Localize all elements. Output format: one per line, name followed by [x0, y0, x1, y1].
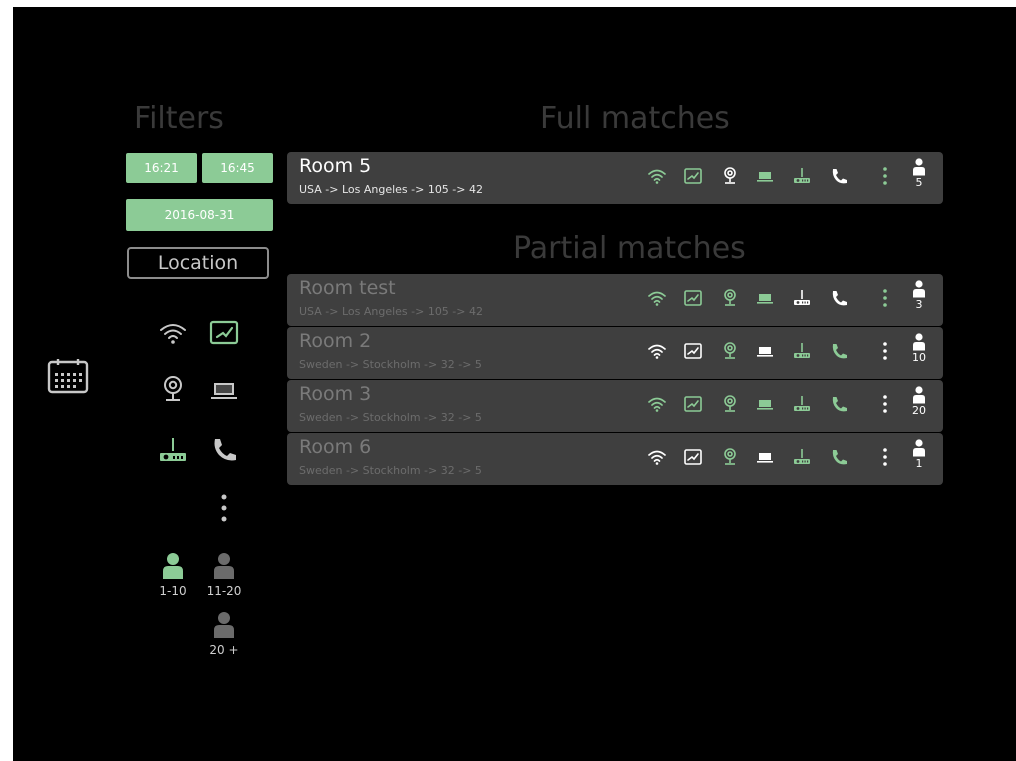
- laptop-icon: [755, 447, 775, 467]
- person-icon: [913, 439, 925, 457]
- app-screen: Filters 16:21 16:45 2016-08-31 Location: [13, 7, 1016, 761]
- room-name: Room 6: [299, 436, 372, 458]
- wifi-icon: [647, 288, 667, 308]
- webcam-icon: [720, 341, 740, 361]
- filter-projector-icon[interactable]: [158, 435, 188, 465]
- full-matches-heading: Full matches: [540, 101, 730, 136]
- capacity-count: 5: [907, 158, 931, 198]
- location-button[interactable]: Location: [127, 247, 269, 279]
- phone-icon: [829, 166, 849, 186]
- phone-icon: [829, 447, 849, 467]
- room-location-path: Sweden -> Stockholm -> 32 -> 5: [299, 464, 482, 477]
- person-icon: [913, 158, 925, 176]
- whiteboard-icon: [683, 394, 703, 414]
- capacity-count-value: 3: [915, 298, 923, 311]
- projector-icon: [792, 166, 812, 186]
- capacity-1-10-label: 1-10: [159, 584, 187, 598]
- phone-icon: [829, 341, 849, 361]
- filter-wifi-icon[interactable]: [158, 318, 188, 348]
- laptop-icon: [755, 288, 775, 308]
- filter-webcam-icon[interactable]: [158, 374, 188, 404]
- laptop-icon: [755, 341, 775, 361]
- room-card[interactable]: Room 2 Sweden -> Stockholm -> 32 -> 5 10: [287, 327, 943, 379]
- wifi-icon: [647, 166, 667, 186]
- projector-icon: [792, 288, 812, 308]
- capacity-11-20-icon[interactable]: [212, 552, 236, 580]
- wifi-icon: [647, 394, 667, 414]
- room-card[interactable]: Room 5 USA -> Los Angeles -> 105 -> 42 5: [287, 152, 943, 204]
- wifi-icon: [647, 447, 667, 467]
- room-name: Room 2: [299, 330, 372, 352]
- whiteboard-icon: [683, 341, 703, 361]
- partial-matches-heading: Partial matches: [513, 231, 746, 266]
- room-card[interactable]: Room test USA -> Los Angeles -> 105 -> 42…: [287, 274, 943, 326]
- calendar-icon[interactable]: [47, 358, 89, 394]
- whiteboard-icon: [683, 447, 703, 467]
- filters-heading: Filters: [134, 101, 224, 136]
- webcam-icon: [720, 288, 740, 308]
- webcam-icon: [720, 447, 740, 467]
- date-button[interactable]: 2016-08-31: [126, 199, 273, 231]
- webcam-icon: [720, 394, 740, 414]
- filter-more-icon[interactable]: [209, 493, 239, 523]
- capacity-count-value: 1: [915, 457, 923, 470]
- capacity-count: 3: [907, 280, 931, 320]
- capacity-20-plus-icon[interactable]: [212, 611, 236, 639]
- whiteboard-icon: [683, 288, 703, 308]
- capacity-count: 10: [907, 333, 931, 373]
- capacity-1-10-icon[interactable]: [161, 552, 185, 580]
- capacity-count-value: 20: [912, 404, 926, 417]
- capacity-count: 1: [907, 439, 931, 479]
- time-to-button[interactable]: 16:45: [202, 153, 273, 183]
- room-location-path: USA -> Los Angeles -> 105 -> 42: [299, 305, 483, 318]
- more-icon: [875, 166, 895, 186]
- capacity-20-plus-label: 20 +: [209, 643, 239, 657]
- capacity-count: 20: [907, 386, 931, 426]
- more-icon: [875, 394, 895, 414]
- capacity-count-value: 5: [915, 176, 923, 189]
- projector-icon: [792, 394, 812, 414]
- filter-phone-icon[interactable]: [209, 435, 239, 465]
- phone-icon: [829, 394, 849, 414]
- filter-laptop-icon[interactable]: [209, 374, 239, 404]
- capacity-11-20-label: 11-20: [206, 584, 242, 598]
- laptop-icon: [755, 394, 775, 414]
- person-icon: [913, 333, 925, 351]
- projector-icon: [792, 447, 812, 467]
- phone-icon: [829, 288, 849, 308]
- room-card[interactable]: Room 3 Sweden -> Stockholm -> 32 -> 5 20: [287, 380, 943, 432]
- filter-whiteboard-icon[interactable]: [209, 318, 239, 348]
- whiteboard-icon: [683, 166, 703, 186]
- more-icon: [875, 341, 895, 361]
- wifi-icon: [647, 341, 667, 361]
- room-location-path: Sweden -> Stockholm -> 32 -> 5: [299, 358, 482, 371]
- webcam-icon: [720, 166, 740, 186]
- person-icon: [913, 386, 925, 404]
- room-card[interactable]: Room 6 Sweden -> Stockholm -> 32 -> 5 1: [287, 433, 943, 485]
- room-name: Room 5: [299, 155, 372, 177]
- room-location-path: USA -> Los Angeles -> 105 -> 42: [299, 183, 483, 196]
- room-location-path: Sweden -> Stockholm -> 32 -> 5: [299, 411, 482, 424]
- more-icon: [875, 447, 895, 467]
- room-name: Room 3: [299, 383, 372, 405]
- capacity-count-value: 10: [912, 351, 926, 364]
- time-from-button[interactable]: 16:21: [126, 153, 197, 183]
- laptop-icon: [755, 166, 775, 186]
- person-icon: [913, 280, 925, 298]
- more-icon: [875, 288, 895, 308]
- room-name: Room test: [299, 277, 396, 299]
- projector-icon: [792, 341, 812, 361]
